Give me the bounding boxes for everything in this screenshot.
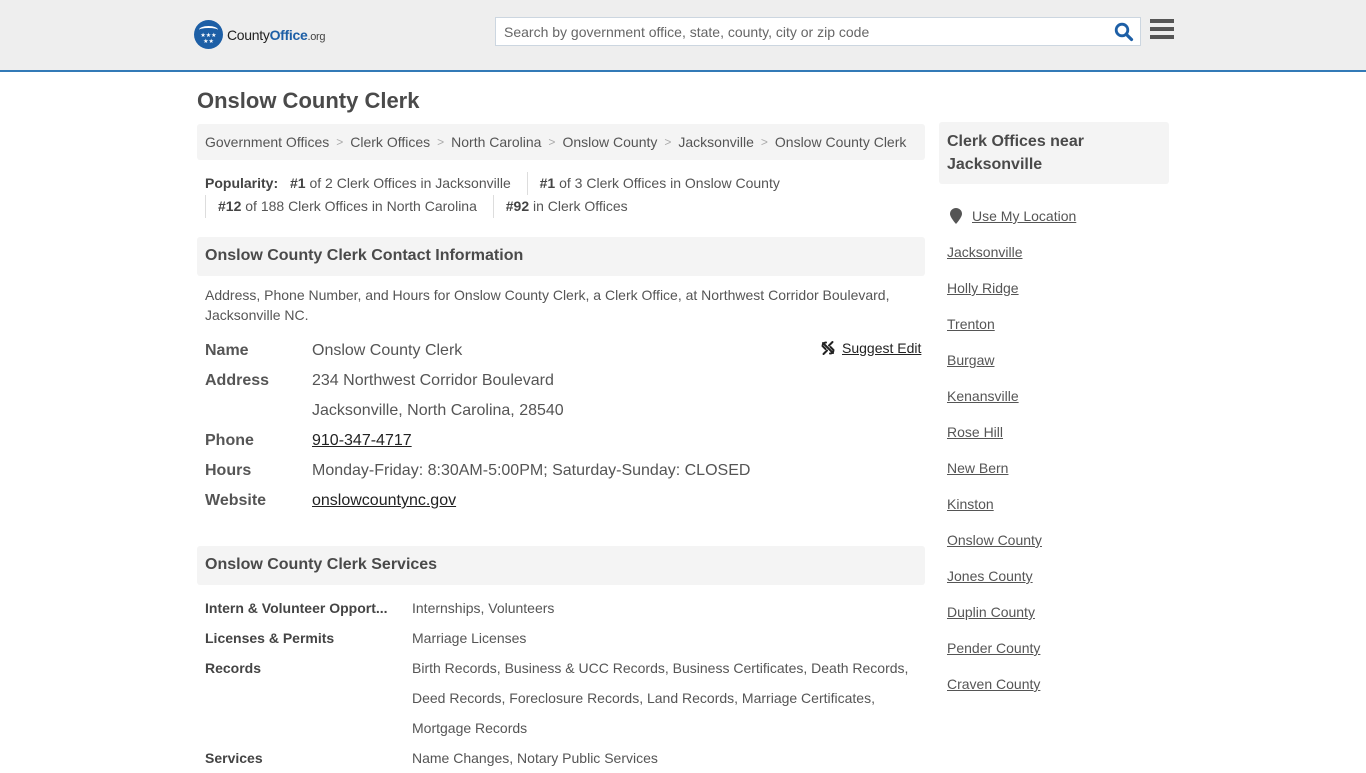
breadcrumb-separator: > [548,135,556,149]
breadcrumb-item[interactable]: Jacksonville [678,134,753,150]
contact-section-heading: Onslow County Clerk Contact Information [197,237,925,276]
nearby-office-item: New Bern [947,450,1169,486]
hamburger-icon-bar [1150,19,1174,23]
search-button[interactable] [1114,22,1134,42]
services-section-heading: Onslow County Clerk Services [197,546,925,585]
breadcrumb-separator: > [664,135,672,149]
breadcrumb-item[interactable]: Government Offices [205,134,329,150]
nearby-office-link[interactable]: Trenton [947,316,995,332]
nearby-office-link[interactable]: Jones County [947,568,1033,584]
popularity-item: #12 of 188 Clerk Offices in North Caroli… [205,195,489,218]
service-category: Services [205,750,263,766]
service-row: Services Name Changes, Notary Public Ser… [205,743,925,773]
nearby-office-link[interactable]: Burgaw [947,352,994,368]
nearby-office-item: Onslow County [947,522,1169,558]
contact-row-address-2: Jacksonville, North Carolina, 28540 [205,396,925,426]
breadcrumb-item[interactable]: Onslow County [562,134,657,150]
popularity-item: #92 in Clerk Offices [492,195,640,218]
nearby-office-item: Pender County [947,630,1169,666]
nearby-office-item: Craven County [947,666,1169,702]
service-category: Records [205,660,262,676]
page-title: Onslow County Clerk [197,88,420,113]
nearby-office-link[interactable]: Kinston [947,496,994,512]
services-list: Intern & Volunteer Opport... Internships… [205,593,925,773]
contact-description: Address, Phone Number, and Hours for Ons… [205,287,890,323]
contact-row-address: Address 234 Northwest Corridor Boulevard [205,366,925,396]
nearby-office-link[interactable]: Jacksonville [947,244,1022,260]
nearby-office-link[interactable]: Craven County [947,676,1040,692]
contact-label: Address [205,372,270,389]
use-my-location-link[interactable]: Use My Location [972,208,1076,224]
office-name-value: Onslow County Clerk [312,342,463,359]
contact-label: Website [205,492,267,509]
nearby-office-link[interactable]: Holly Ridge [947,280,1019,296]
service-row: Intern & Volunteer Opport... Internships… [205,593,925,623]
breadcrumb-item[interactable]: North Carolina [451,134,541,150]
nearby-office-item: Duplin County [947,594,1169,630]
popularity-item: #1 of 2 Clerk Offices in Jacksonville [290,175,511,191]
popularity-label: Popularity: [205,175,279,191]
hamburger-icon-bar [1150,35,1174,39]
address-line-2: Jacksonville, North Carolina, 28540 [312,402,564,419]
logo-text: CountyOffice.org [227,26,326,43]
service-values: Internships, Volunteers [412,600,555,616]
contact-row-name: Name Onslow County Clerk [205,336,925,366]
breadcrumb-current[interactable]: Onslow County Clerk [775,134,907,150]
use-my-location[interactable]: Use My Location [947,198,1169,234]
popularity-item: #1 of 3 Clerk Offices in Onslow County [526,172,792,195]
nearby-office-item: Burgaw [947,342,1169,378]
contact-row-website: Website onslowcountync.gov [205,486,925,516]
nearby-office-item: Jacksonville [947,234,1169,270]
service-values: Name Changes, Notary Public Services [412,750,658,766]
nearby-office-link[interactable]: Onslow County [947,532,1042,548]
map-pin-icon [950,208,962,224]
breadcrumb-separator: > [336,135,344,149]
service-category: Licenses & Permits [205,630,335,646]
breadcrumb-item[interactable]: Clerk Offices [350,134,430,150]
nearby-offices-list: Use My Location Jacksonville Holly Ridge… [947,198,1169,702]
service-row: Records Birth Records, Business & UCC Re… [205,653,925,743]
nearby-office-item: Kenansville [947,378,1169,414]
search-icon [1114,22,1134,42]
nearby-office-item: Rose Hill [947,414,1169,450]
search-input[interactable] [496,18,1106,45]
nearby-office-item: Jones County [947,558,1169,594]
breadcrumb-separator: > [437,135,445,149]
sidebar-heading: Clerk Offices near Jacksonville [939,122,1169,184]
breadcrumb: Government Offices > Clerk Offices > North… [197,124,925,160]
contact-label: Hours [205,462,252,479]
nearby-office-item: Kinston [947,486,1169,522]
nearby-office-link[interactable]: New Bern [947,460,1008,476]
contact-label: Name [205,342,249,359]
site-logo[interactable]: ★★★ ★★ CountyOffice.org [194,20,326,49]
contact-label: Phone [205,432,254,449]
nearby-office-link[interactable]: Rose Hill [947,424,1003,440]
website-link[interactable]: onslowcountync.gov [312,492,456,509]
hamburger-menu-button[interactable] [1150,19,1174,41]
nearby-office-link[interactable]: Pender County [947,640,1040,656]
service-values: Marriage Licenses [412,630,527,646]
hamburger-icon-bar [1150,27,1174,31]
service-values: Birth Records, Business & UCC Records, B… [412,660,909,736]
eagle-logo-icon: ★★★ ★★ [194,20,223,49]
phone-link[interactable]: 910-347-4717 [312,432,412,449]
nearby-office-link[interactable]: Kenansville [947,388,1019,404]
popularity-section: Popularity: #1 of 2 Clerk Offices in Jac… [205,172,925,218]
hours-value: Monday-Friday: 8:30AM-5:00PM; Saturday-S… [312,462,751,479]
top-header: ★★★ ★★ CountyOffice.org [0,0,1366,72]
search-box [495,17,1141,46]
contact-row-hours: Hours Monday-Friday: 8:30AM-5:00PM; Satu… [205,456,925,486]
nearby-office-item: Trenton [947,306,1169,342]
breadcrumb-separator: > [760,135,768,149]
nearby-office-link[interactable]: Duplin County [947,604,1035,620]
service-category: Intern & Volunteer Opport... [205,600,388,616]
contact-row-phone: Phone 910-347-4717 [205,426,925,456]
contact-details: Name Onslow County Clerk Address 234 Nor… [205,336,925,516]
address-line-1: 234 Northwest Corridor Boulevard [312,372,554,389]
service-row: Licenses & Permits Marriage Licenses [205,623,925,653]
nearby-office-item: Holly Ridge [947,270,1169,306]
